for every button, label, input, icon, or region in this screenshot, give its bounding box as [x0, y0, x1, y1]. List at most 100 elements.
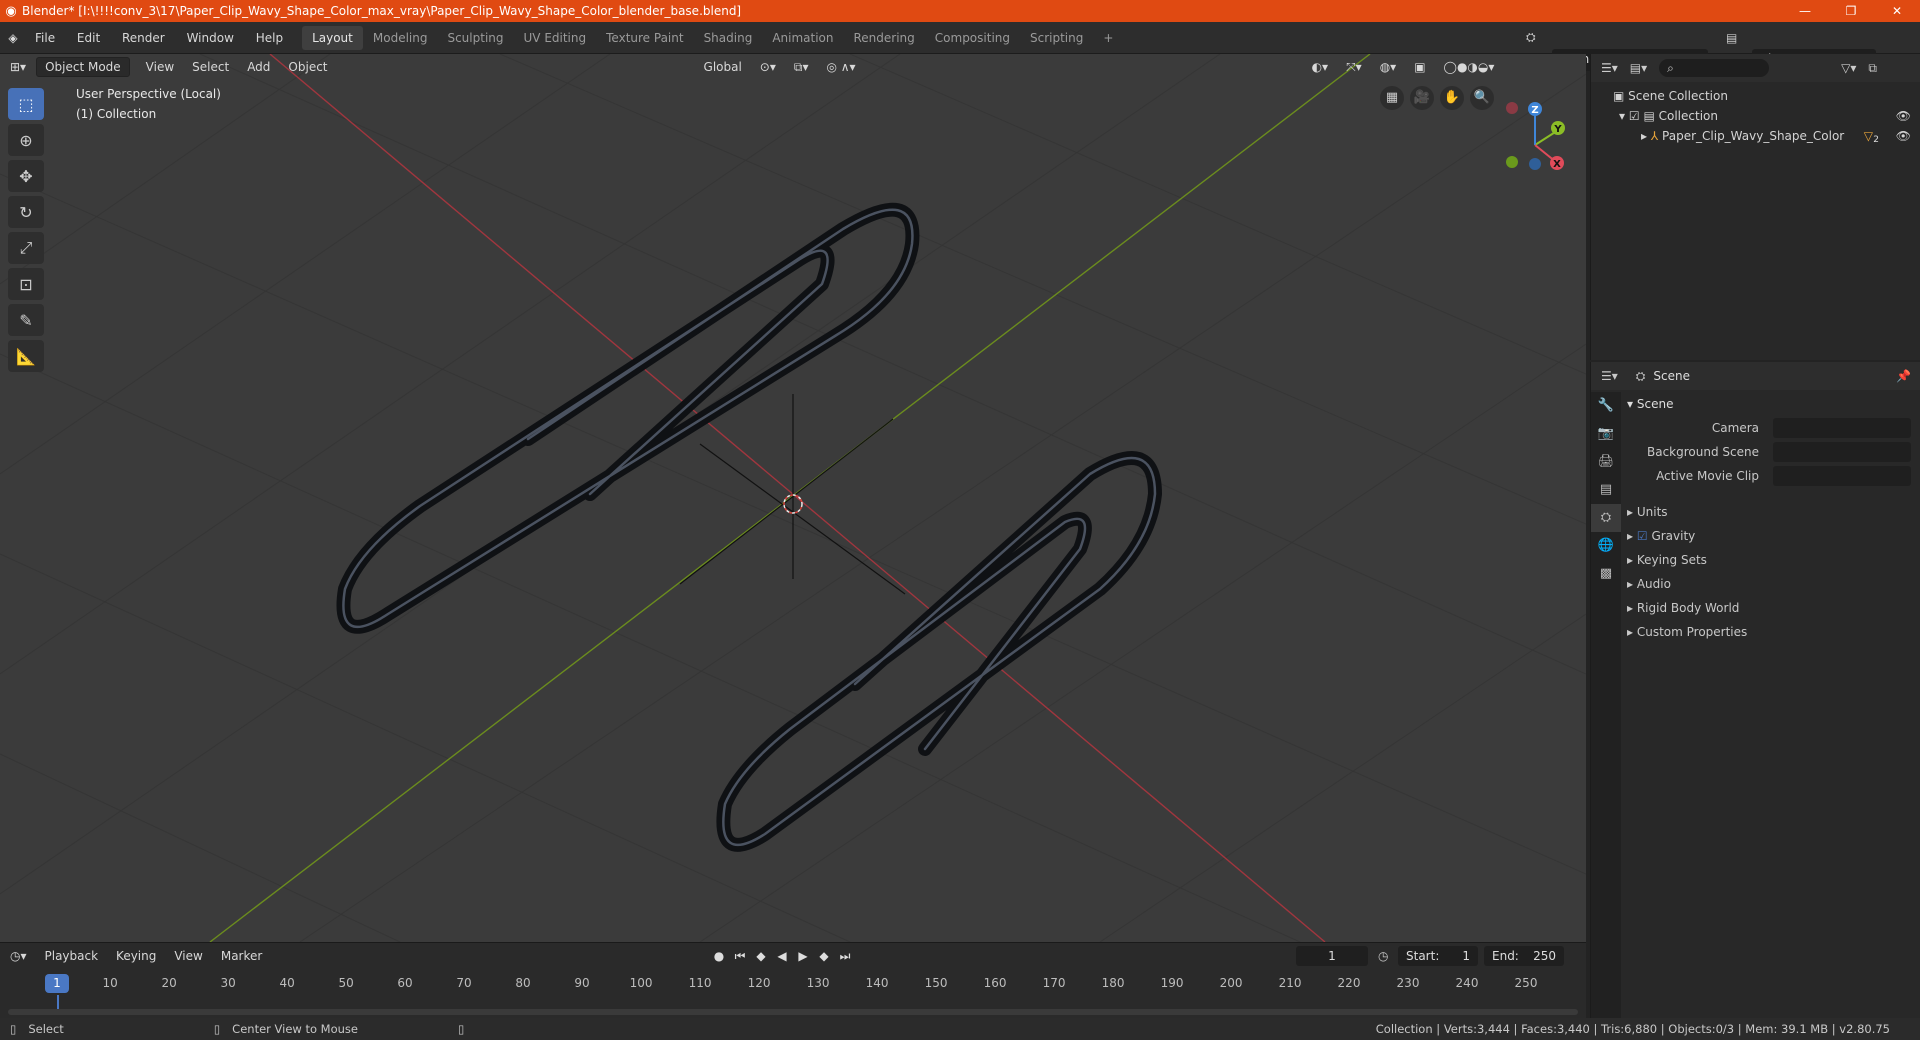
- panel-units[interactable]: ▸ Units: [1627, 502, 1668, 522]
- outliner-row-scene-collection[interactable]: ▣ Scene Collection: [1591, 86, 1920, 106]
- outliner-filter-icon[interactable]: ▽▾: [1841, 61, 1856, 75]
- tab-layout[interactable]: Layout: [302, 25, 363, 50]
- pin-icon[interactable]: 📌: [1896, 369, 1911, 383]
- menu-edit[interactable]: Edit: [68, 31, 109, 45]
- camera-view-icon[interactable]: 🎥: [1410, 86, 1434, 110]
- cursor-tool-icon[interactable]: ⊕: [8, 124, 44, 156]
- measure-tool-icon[interactable]: 📐: [8, 340, 44, 372]
- current-frame-field[interactable]: 1: [1296, 946, 1368, 966]
- eye-icon[interactable]: 👁: [1896, 126, 1911, 146]
- world-tab-icon[interactable]: 🌐: [1591, 532, 1621, 560]
- tab-shading[interactable]: Shading: [694, 26, 763, 50]
- menu-render[interactable]: Render: [113, 31, 174, 45]
- timeline-editor-icon[interactable]: ◷▾: [2, 947, 35, 965]
- texture-tab-icon[interactable]: ▩: [1591, 560, 1621, 588]
- end-frame-field[interactable]: End: 250: [1484, 946, 1564, 966]
- panel-custom-properties[interactable]: ▸ Custom Properties: [1627, 622, 1747, 642]
- xray-icon[interactable]: ▣: [1406, 58, 1433, 76]
- gizmo-toggle-icon[interactable]: ⤧▾: [1338, 58, 1370, 77]
- tab-sculpting[interactable]: Sculpting: [437, 26, 513, 50]
- zoom-icon[interactable]: 🔍: [1470, 86, 1494, 110]
- tab-compositing[interactable]: Compositing: [925, 26, 1020, 50]
- shading-modes-icon[interactable]: ◯●◑◒▾: [1436, 58, 1503, 76]
- viewport-menu-view[interactable]: View: [138, 58, 182, 76]
- panel-gravity[interactable]: ▸ ☑ Gravity: [1627, 526, 1695, 546]
- start-frame-field[interactable]: Start: 1: [1398, 946, 1478, 966]
- scene-tab-icon[interactable]: ⛭: [1591, 504, 1621, 532]
- outliner-display-icon[interactable]: ▤▾: [1630, 61, 1647, 75]
- viewport-menu-object[interactable]: Object: [280, 58, 335, 76]
- expand-arrow-icon[interactable]: ▾: [1619, 109, 1625, 123]
- tool-tab-icon[interactable]: 🔧: [1591, 392, 1621, 420]
- timeline-menu-view[interactable]: View: [166, 947, 210, 965]
- pivot-icon[interactable]: ⊙▾: [752, 58, 784, 76]
- panel-audio[interactable]: ▸ Audio: [1627, 574, 1671, 594]
- navigation-gizmo[interactable]: [1506, 102, 1565, 170]
- close-button[interactable]: ✕: [1874, 0, 1920, 22]
- minimize-button[interactable]: —: [1782, 0, 1828, 22]
- overlay-toggle-icon[interactable]: ◍▾: [1372, 58, 1405, 76]
- proportional-edit-icon[interactable]: ◎ ∧▾: [818, 58, 863, 76]
- tab-rendering[interactable]: Rendering: [844, 26, 925, 50]
- new-collection-icon[interactable]: ⧉: [1868, 61, 1877, 76]
- next-keyframe-icon[interactable]: ◆: [815, 949, 833, 964]
- menu-window[interactable]: Window: [178, 31, 243, 45]
- snap-icon[interactable]: ⧉▾: [786, 58, 817, 77]
- annotate-tool-icon[interactable]: ✎: [8, 304, 44, 336]
- rotate-tool-icon[interactable]: ↻: [8, 196, 44, 228]
- editor-type-icon[interactable]: ⊞▾: [2, 58, 34, 76]
- properties-editor-icon[interactable]: ☰▾: [1601, 369, 1618, 383]
- transform-orientation[interactable]: Global: [696, 58, 750, 76]
- move-tool-icon[interactable]: ✥: [8, 160, 44, 192]
- gravity-checkbox[interactable]: ☑: [1637, 529, 1648, 543]
- tab-modeling[interactable]: Modeling: [363, 26, 438, 50]
- panel-keying-sets[interactable]: ▸ Keying Sets: [1627, 550, 1707, 570]
- transform-tool-icon[interactable]: ⊡: [8, 268, 44, 300]
- play-reverse-icon[interactable]: ◀: [773, 949, 791, 964]
- blender-menu-icon[interactable]: ◈: [0, 31, 26, 45]
- add-workspace-button[interactable]: +: [1093, 26, 1123, 50]
- background-scene-field[interactable]: [1773, 442, 1911, 462]
- viewport-menu-select[interactable]: Select: [184, 58, 237, 76]
- select-box-tool-icon[interactable]: ⬚: [8, 88, 44, 120]
- prev-keyframe-icon[interactable]: ◆: [752, 949, 770, 964]
- scene-section-header[interactable]: ▾ Scene: [1627, 394, 1673, 414]
- play-icon[interactable]: ▶: [794, 949, 812, 964]
- timeline-menu-marker[interactable]: Marker: [213, 947, 270, 965]
- menu-file[interactable]: File: [26, 31, 64, 45]
- tab-scripting[interactable]: Scripting: [1020, 26, 1093, 50]
- outliner-editor-icon[interactable]: ☰▾: [1601, 61, 1618, 75]
- camera-field[interactable]: [1773, 418, 1911, 438]
- scene-icon[interactable]: ⛭: [1526, 30, 1536, 45]
- record-icon[interactable]: ●: [710, 949, 728, 964]
- playhead-frame[interactable]: 1: [45, 974, 69, 993]
- visibility-icon[interactable]: ◐▾: [1304, 58, 1337, 76]
- tab-animation[interactable]: Animation: [762, 26, 843, 50]
- collapse-arrow-icon[interactable]: ▸: [1641, 129, 1647, 143]
- pan-hand-icon[interactable]: ✋: [1440, 86, 1464, 110]
- grid-view-icon[interactable]: ▦: [1380, 86, 1404, 110]
- timeline-menu-playback[interactable]: Playback: [37, 947, 107, 965]
- active-movie-clip-field[interactable]: [1773, 466, 1911, 486]
- 3d-viewport[interactable]: Z Y X ⊞▾ Object Mode View Select Add Obj…: [0, 54, 1586, 942]
- outliner-row-object[interactable]: ▸ ⅄ Paper_Clip_Wavy_Shape_Color ▽ 2 👁: [1591, 126, 1920, 146]
- scale-tool-icon[interactable]: ⤢: [8, 232, 44, 264]
- view-layer-icon[interactable]: ▤: [1726, 31, 1737, 45]
- tab-uv-editing[interactable]: UV Editing: [514, 26, 597, 50]
- restore-button[interactable]: ❐: [1828, 0, 1874, 22]
- outliner-row-collection[interactable]: ▾ ☑ ▤ Collection 👁: [1591, 106, 1920, 126]
- outliner-search-icon[interactable]: ⌕: [1659, 59, 1770, 77]
- menu-help[interactable]: Help: [247, 31, 292, 45]
- jump-end-icon[interactable]: ⏭: [836, 949, 854, 964]
- tab-texture-paint[interactable]: Texture Paint: [596, 26, 693, 50]
- eye-icon[interactable]: 👁: [1896, 106, 1911, 126]
- clock-icon[interactable]: ◷: [1378, 949, 1388, 963]
- panel-rigid-body-world[interactable]: ▸ Rigid Body World: [1627, 598, 1739, 618]
- timeline-scrollbar[interactable]: [8, 1009, 1578, 1015]
- viewport-menu-add[interactable]: Add: [239, 58, 278, 76]
- collection-checkbox[interactable]: ☑: [1629, 109, 1640, 123]
- timeline-menu-keying[interactable]: Keying: [108, 947, 164, 965]
- jump-start-icon[interactable]: ⏮: [731, 949, 749, 964]
- mode-selector[interactable]: Object Mode: [36, 57, 130, 77]
- timeline-ruler[interactable]: 1 10 20 30 40 50 60 70 80 90 100 110 120 130 140 150 16…: [0, 973, 1586, 995]
